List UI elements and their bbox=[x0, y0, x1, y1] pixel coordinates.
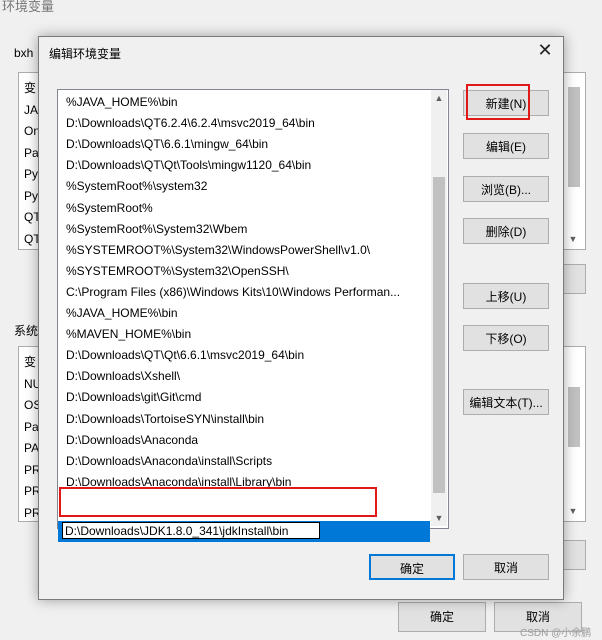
path-entry[interactable]: %SystemRoot%\system32 bbox=[58, 176, 430, 197]
move-up-button[interactable]: 上移(U) bbox=[463, 283, 549, 309]
system-variables-group-label: 系统 bbox=[14, 324, 39, 338]
chevron-up-icon[interactable]: ▲ bbox=[431, 90, 447, 106]
path-entry-edit-input[interactable]: D:\Downloads\JDK1.8.0_341\jdkInstall\bin bbox=[62, 522, 320, 539]
path-entry[interactable]: D:\Downloads\QT\Qt\Tools\mingw1120_64\bi… bbox=[58, 155, 430, 176]
edit-button[interactable]: 编辑(E) bbox=[463, 133, 549, 159]
path-entry[interactable]: D:\Downloads\QT\6.6.1\mingw_64\bin bbox=[58, 134, 430, 155]
user-variables-group-label: bxh bbox=[14, 46, 34, 60]
path-entry[interactable]: D:\Downloads\QT6.2.4\6.2.4\msvc2019_64\b… bbox=[58, 113, 430, 134]
path-entry[interactable]: %SYSTEMROOT%\System32\OpenSSH\ bbox=[58, 261, 430, 282]
dialog-cancel-button[interactable]: 取消 bbox=[463, 554, 549, 580]
parent-ok-button[interactable]: 确定 bbox=[398, 602, 486, 632]
browse-button[interactable]: 浏览(B)... bbox=[463, 176, 549, 202]
path-entry[interactable]: D:\Downloads\QT\Qt\6.6.1\msvc2019_64\bin bbox=[58, 345, 430, 366]
system-list-scrollbar[interactable]: ▼ bbox=[562, 346, 586, 522]
path-entry[interactable]: %SYSTEMROOT%\System32\WindowsPowerShell\… bbox=[58, 240, 430, 261]
user-list-scrollbar[interactable]: ▼ bbox=[562, 72, 586, 250]
path-entry[interactable]: D:\Downloads\TortoiseSYN\install\bin bbox=[58, 409, 430, 430]
path-entry[interactable]: %MAVEN_HOME%\bin bbox=[58, 324, 430, 345]
path-entry[interactable]: %SystemRoot% bbox=[58, 198, 430, 219]
path-entries-list[interactable]: %JAVA_HOME%\bin D:\Downloads\QT6.2.4\6.2.… bbox=[57, 89, 449, 542]
chevron-down-icon[interactable]: ▼ bbox=[565, 503, 581, 519]
system-edit-button[interactable] bbox=[562, 540, 586, 570]
scroll-thumb[interactable] bbox=[433, 177, 445, 493]
user-edit-button[interactable] bbox=[562, 264, 586, 294]
watermark: CSDN @小余鹏 bbox=[520, 628, 592, 639]
highlight-annotation-new bbox=[466, 84, 530, 120]
path-entry[interactable]: C:\Program Files (x86)\Windows Kits\10\W… bbox=[58, 282, 430, 303]
path-entry[interactable]: %JAVA_HOME%\bin bbox=[58, 303, 430, 324]
edit-env-var-dialog: 编辑环境变量 ✕ %JAVA_HOME%\bin D:\Downloads\QT6… bbox=[38, 36, 564, 600]
path-entry[interactable]: %SystemRoot%\System32\Wbem bbox=[58, 219, 430, 240]
chevron-down-icon[interactable]: ▼ bbox=[565, 231, 581, 247]
chevron-down-icon[interactable]: ▼ bbox=[431, 510, 447, 526]
close-icon[interactable]: ✕ bbox=[535, 41, 555, 61]
parent-window-title: 环境变量 bbox=[2, 0, 55, 14]
dialog-title: 编辑环境变量 bbox=[49, 47, 122, 61]
edit-text-button[interactable]: 编辑文本(T)... bbox=[463, 389, 549, 415]
path-entry[interactable]: D:\Downloads\Anaconda\install\Scripts bbox=[58, 451, 430, 472]
scroll-thumb[interactable] bbox=[568, 387, 580, 447]
delete-button[interactable]: 删除(D) bbox=[463, 218, 549, 244]
path-entry[interactable]: D:\Downloads\Xshell\ bbox=[58, 366, 430, 387]
move-down-button[interactable]: 下移(O) bbox=[463, 325, 549, 351]
dialog-ok-button[interactable]: 确定 bbox=[369, 554, 455, 580]
path-entry[interactable]: D:\Downloads\git\Git\cmd bbox=[58, 387, 430, 408]
highlight-annotation-entry bbox=[59, 487, 377, 517]
scroll-thumb[interactable] bbox=[568, 87, 580, 187]
path-entry[interactable]: %JAVA_HOME%\bin bbox=[58, 92, 430, 113]
path-entry[interactable]: D:\Downloads\Anaconda bbox=[58, 430, 430, 451]
path-entry-editing[interactable]: D:\Downloads\JDK1.8.0_341\jdkInstall\bin bbox=[58, 521, 430, 542]
